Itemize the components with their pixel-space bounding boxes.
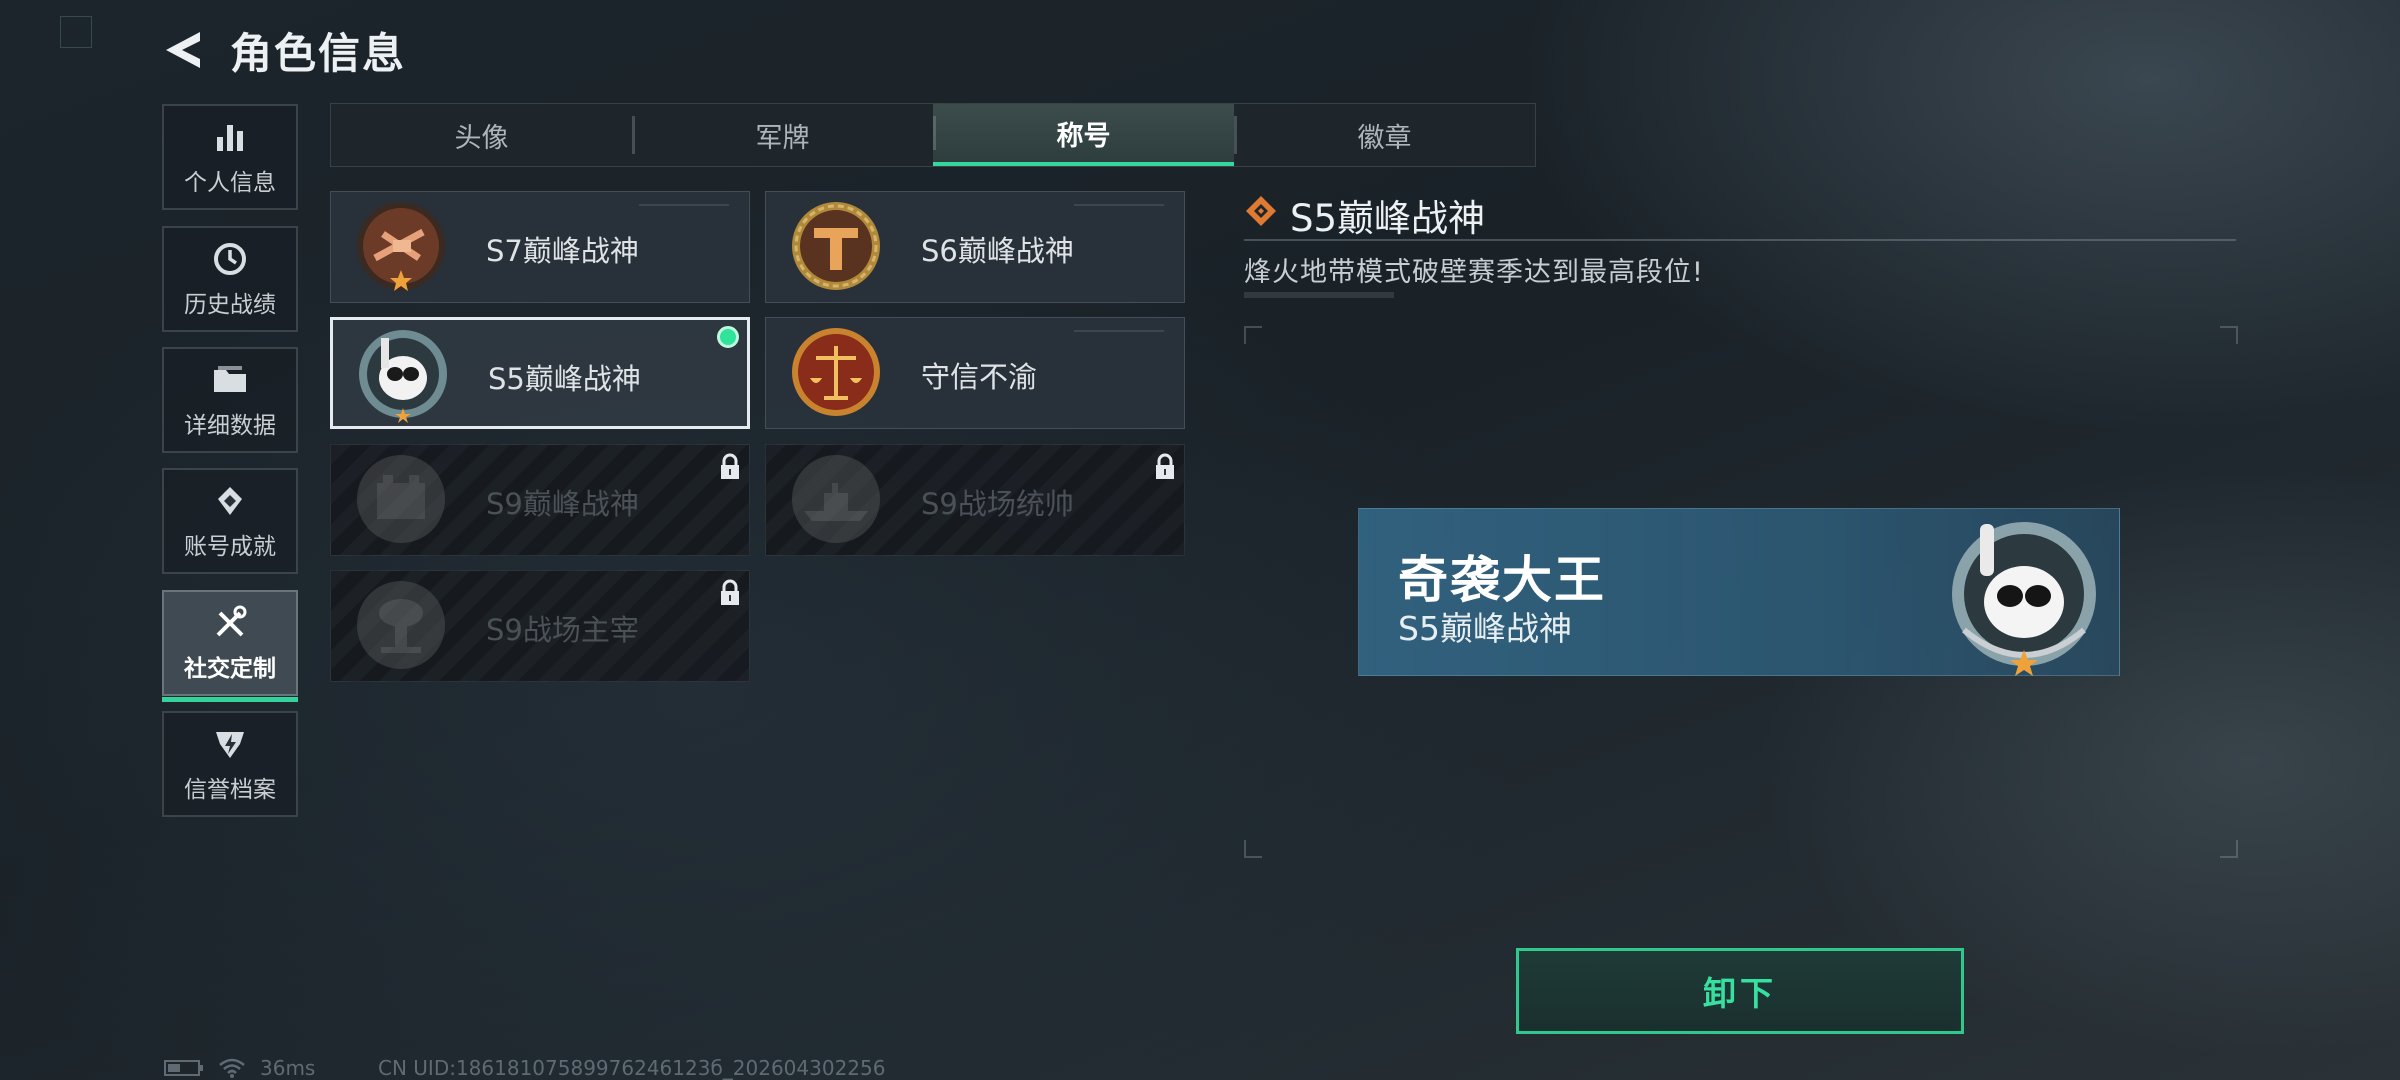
frame-corner bbox=[2220, 840, 2238, 858]
tab-avatar[interactable]: 头像 bbox=[331, 104, 632, 166]
title-card[interactable]: 守信不渝 bbox=[765, 317, 1185, 429]
tools-icon bbox=[216, 605, 247, 637]
title-card[interactable]: S7巅峰战神 bbox=[330, 191, 750, 303]
fortress-emblem-icon bbox=[357, 455, 445, 543]
title-name: S5巅峰战神 bbox=[488, 362, 641, 396]
scales-emblem-icon bbox=[792, 328, 880, 416]
title-card[interactable]: S6巅峰战神 bbox=[765, 191, 1185, 303]
sidebar-item-history[interactable]: 历史战绩 bbox=[162, 226, 298, 332]
frame-corner bbox=[1244, 326, 1262, 344]
sidebar-item-label: 信誉档案 bbox=[184, 777, 276, 803]
clock-icon bbox=[214, 243, 246, 275]
diamond-icon bbox=[1246, 196, 1276, 226]
achievement-icon bbox=[218, 487, 242, 515]
detail-title: S5巅峰战神 bbox=[1290, 197, 1486, 240]
title-card-selected[interactable]: S5巅峰战神 bbox=[330, 317, 750, 429]
bar-chart-icon bbox=[217, 125, 243, 151]
title-name: S9战场统帅 bbox=[921, 487, 1074, 521]
diver-skull-emblem-icon bbox=[359, 330, 447, 423]
status-bar: 36ms bbox=[164, 1056, 315, 1080]
frame-corner bbox=[2220, 326, 2238, 344]
sidebar-item-achievements[interactable]: 账号成就 bbox=[162, 468, 298, 574]
mushroom-cloud-emblem-icon bbox=[357, 581, 445, 669]
lock-icon bbox=[721, 453, 739, 479]
frame-corner bbox=[1244, 840, 1262, 858]
equipped-indicator bbox=[717, 326, 739, 348]
sidebar-item-label: 个人信息 bbox=[184, 170, 276, 196]
wifi-icon bbox=[219, 1058, 245, 1078]
helmet-emblem-icon bbox=[792, 202, 880, 290]
corner-decoration bbox=[60, 16, 92, 48]
sidebar-item-personal-info[interactable]: 个人信息 bbox=[162, 104, 298, 210]
sidebar-item-reputation[interactable]: 信誉档案 bbox=[162, 711, 298, 817]
tab-badge[interactable]: 徽章 bbox=[1234, 104, 1535, 166]
title-name: S6巅峰战神 bbox=[921, 234, 1074, 268]
sidebar-item-label: 历史战绩 bbox=[184, 292, 276, 318]
title-name: S7巅峰战神 bbox=[486, 234, 639, 268]
title-name: S9巅峰战神 bbox=[486, 487, 639, 521]
unequip-button[interactable]: 卸下 bbox=[1516, 948, 1964, 1034]
lock-icon bbox=[721, 579, 739, 605]
battery-icon bbox=[164, 1060, 203, 1076]
tab-title[interactable]: 称号 bbox=[933, 104, 1234, 166]
folder-icon bbox=[214, 366, 246, 392]
tab-bar: 头像 军牌 称号 徽章 bbox=[330, 103, 1536, 167]
sidebar-item-label: 社交定制 bbox=[184, 656, 276, 682]
shield-icon bbox=[216, 732, 244, 758]
title-card-locked[interactable]: S9战场主宰 bbox=[330, 570, 750, 682]
title-card-locked[interactable]: S9巅峰战神 bbox=[330, 444, 750, 556]
sidebar-item-social-custom[interactable]: 社交定制 bbox=[162, 590, 298, 702]
page-title: 角色信息 bbox=[230, 29, 407, 78]
title-name: 守信不渝 bbox=[921, 360, 1038, 394]
sidebar-item-label: 账号成就 bbox=[184, 534, 276, 560]
decoration-line bbox=[1074, 204, 1164, 206]
uid-text: CN UID:18618107589976246123б_20260430225… bbox=[378, 1056, 886, 1080]
title-card-locked[interactable]: S9战场统帅 bbox=[765, 444, 1185, 556]
divider bbox=[1244, 239, 2236, 241]
tab-dogtag[interactable]: 军牌 bbox=[632, 104, 933, 166]
decoration-line bbox=[1074, 330, 1164, 332]
nameplate-title: S5巅峰战神 bbox=[1398, 609, 1572, 648]
decoration-line bbox=[639, 204, 729, 206]
lock-icon bbox=[1156, 453, 1174, 479]
sidebar-item-detailed-data[interactable]: 详细数据 bbox=[162, 347, 298, 453]
detail-description: 烽火地带模式破壁赛季达到最高段位! bbox=[1244, 257, 1704, 288]
warship-emblem-icon bbox=[792, 455, 880, 543]
back-arrow-icon[interactable] bbox=[160, 26, 208, 74]
title-name: S9战场主宰 bbox=[486, 613, 639, 647]
sidebar-item-label: 详细数据 bbox=[184, 413, 276, 439]
diver-skull-emblem-icon bbox=[1952, 522, 2096, 676]
crossbow-emblem-icon bbox=[357, 202, 445, 291]
ping-readout: 36ms bbox=[260, 1056, 316, 1080]
decoration-bar bbox=[1244, 292, 1394, 298]
